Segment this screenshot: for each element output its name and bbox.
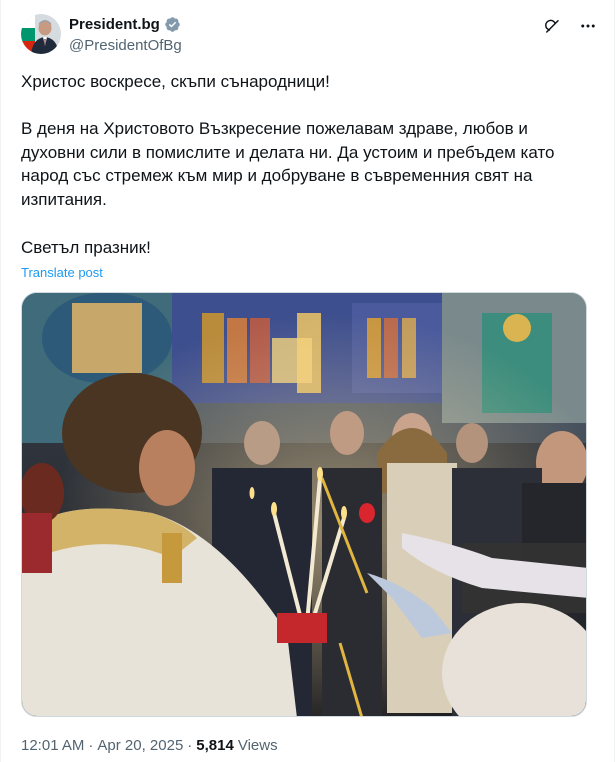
post-date[interactable]: Apr 20, 2025 <box>97 737 183 754</box>
tweet-meta: 12:01 AM · Apr 20, 2025 · 5,814 Views <box>21 737 278 754</box>
verified-badge-icon[interactable] <box>164 16 181 33</box>
avatar[interactable] <box>21 14 61 54</box>
tweet-line-greeting: Христос воскресе, скъпи сънародници! <box>21 72 330 91</box>
tweet-line-closing: Светъл празник! <box>21 238 151 257</box>
header-actions <box>542 16 598 36</box>
display-name[interactable]: President.bg <box>69 16 160 33</box>
name-row: President.bg <box>69 16 181 33</box>
views-count: 5,814 <box>196 737 234 754</box>
handle[interactable]: @PresidentOfBg <box>69 37 182 54</box>
tweet-header: President.bg @PresidentOfBg <box>21 14 598 58</box>
more-icon[interactable] <box>578 16 598 36</box>
grok-icon[interactable] <box>542 16 562 36</box>
tweet-photo[interactable] <box>21 292 587 717</box>
tweet-paragraph: В деня на Христовото Възкресение пожелав… <box>21 119 555 209</box>
tweet-card: President.bg @PresidentOfBg Христос воск… <box>0 0 615 762</box>
meta-separator-2: · <box>187 737 193 754</box>
post-time[interactable]: 12:01 AM <box>21 737 84 754</box>
views-label: Views <box>237 737 278 754</box>
translate-post-link[interactable]: Translate post <box>21 265 103 280</box>
meta-separator: · <box>88 737 94 754</box>
